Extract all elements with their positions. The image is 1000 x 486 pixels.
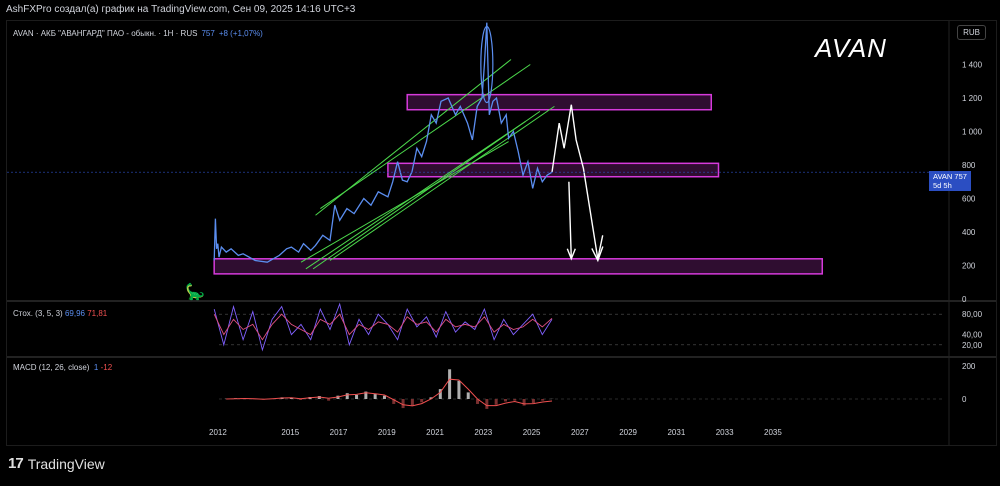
- dino-icon: 🦕: [185, 282, 205, 301]
- macd-y-tick: 200: [962, 362, 976, 371]
- price-tag-symbol: AVAN: [933, 172, 953, 181]
- price-chart-svg[interactable]: 02004006008001 0001 2001 4001 6002012201…: [7, 21, 996, 445]
- macd-histogram-bar: [382, 395, 386, 399]
- macd-histogram-bar: [457, 380, 461, 399]
- y-tick-label: 1 000: [962, 128, 983, 137]
- main-legend: AVAN · АКБ "АВАНГАРД" ПАО - обыкн. · 1Н …: [13, 29, 263, 38]
- stochastic-legend: Стох. (3, 5, 3) 69,96 71,81: [13, 309, 107, 318]
- x-tick-label: 2015: [281, 428, 299, 437]
- macd-histogram-bar: [503, 399, 507, 402]
- y-tick-label: 1 400: [962, 61, 983, 70]
- macd-histogram-bar: [355, 394, 359, 399]
- macd-histogram-bar: [541, 399, 545, 401]
- stochastic-line-d: [213, 313, 553, 341]
- last-price-tag: AVAN 757 5d 5h: [929, 171, 971, 191]
- symbol-watermark: AVAN: [815, 33, 887, 63]
- symbol-description: AVAN · АКБ "АВАНГАРД" ПАО - обыкн. · 1Н …: [13, 29, 198, 38]
- chart-panel[interactable]: 02004006008001 0001 2001 4001 6002012201…: [6, 20, 997, 446]
- macd-legend: MACD (12, 26, close) 1 -12: [13, 363, 112, 372]
- x-tick-label: 2021: [426, 428, 444, 437]
- x-tick-label: 2012: [209, 428, 227, 437]
- y-tick-label: 800: [962, 161, 976, 170]
- x-tick-label: 2027: [571, 428, 589, 437]
- support-resistance-zone: [213, 258, 824, 275]
- macd-histogram-bar: [345, 393, 349, 399]
- macd-histogram-bar: [327, 399, 331, 401]
- macd-histogram-bar: [494, 399, 498, 405]
- x-tick-label: 2035: [764, 428, 782, 437]
- channel-line: [329, 105, 555, 261]
- macd-histogram-bar: [410, 399, 414, 406]
- tradingview-brand: TradingView: [27, 455, 105, 472]
- stochastic-k-value: 69,96: [64, 309, 85, 318]
- macd-hist-value: 1: [93, 363, 99, 372]
- last-price: 757: [201, 29, 215, 38]
- macd-histogram-bar: [448, 369, 452, 399]
- footer: 17 TradingView: [8, 455, 105, 472]
- price-tag-price: 757: [954, 172, 967, 181]
- macd-histogram-bar: [420, 399, 424, 403]
- stochastic-line-k: [213, 302, 553, 352]
- y-tick-label: 400: [962, 228, 976, 237]
- x-tick-label: 2023: [474, 428, 492, 437]
- macd-histogram-bar: [513, 399, 517, 401]
- projection-path: [551, 104, 604, 259]
- stochastic-d-value: 71,81: [87, 309, 108, 318]
- macd-histogram-bar: [485, 399, 489, 409]
- price-change: +8 (+1,07%): [218, 29, 263, 38]
- macd-histogram-bar: [522, 399, 526, 406]
- projection-arrow-1-shaft: [568, 181, 573, 259]
- x-tick-label: 2017: [330, 428, 348, 437]
- x-tick-label: 2033: [716, 428, 734, 437]
- y-tick-label: 0: [962, 295, 967, 304]
- x-tick-label: 2029: [619, 428, 637, 437]
- x-tick-label: 2031: [667, 428, 685, 437]
- tradingview-logo-icon: 17: [8, 455, 24, 472]
- macd-label: MACD (12, 26, close): [13, 363, 90, 372]
- x-tick-label: 2019: [378, 428, 396, 437]
- stochastic-y-tick: 80,00: [962, 310, 983, 319]
- y-tick-label: 200: [962, 262, 976, 271]
- macd-histogram-bar: [373, 394, 377, 399]
- channel-line: [320, 64, 531, 209]
- y-tick-label: 1 200: [962, 94, 983, 103]
- stochastic-label: Стох. (3, 5, 3): [13, 309, 63, 318]
- currency-button[interactable]: RUB: [957, 25, 986, 40]
- macd-histogram-bar: [531, 399, 535, 404]
- y-tick-label: 600: [962, 195, 976, 204]
- macd-histogram-bar: [466, 392, 470, 399]
- stochastic-y-tick: 20,00: [962, 341, 983, 350]
- macd-signal-value: -12: [100, 363, 113, 372]
- macd-histogram-bar: [401, 399, 405, 409]
- chart-header-title: AshFXPro создал(а) график на TradingView…: [6, 4, 356, 15]
- stochastic-y-tick: 40,00: [962, 331, 983, 340]
- x-tick-label: 2025: [523, 428, 541, 437]
- macd-y-tick: 0: [962, 395, 967, 404]
- price-tag-countdown: 5d 5h: [933, 181, 952, 190]
- macd-signal-line: [226, 378, 553, 407]
